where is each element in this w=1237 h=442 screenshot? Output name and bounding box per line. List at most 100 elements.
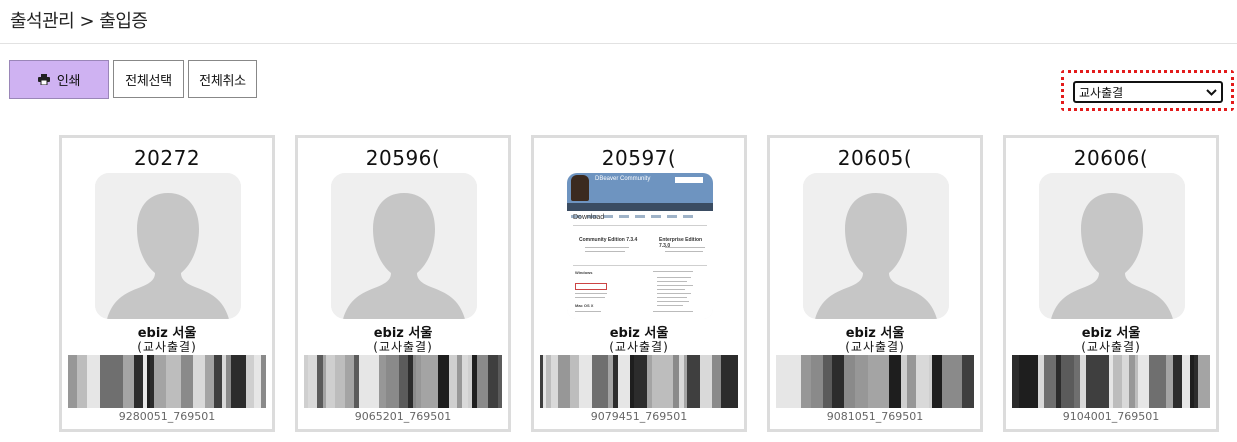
- barcode-number: 9104001_769501: [1062, 410, 1160, 423]
- id-card[interactable]: 20606( ebiz 서울 (교사출결) 9104001_769501: [1003, 135, 1219, 432]
- barcode-bar: [205, 355, 214, 408]
- barcode-bar: [1138, 355, 1149, 408]
- card-photo: [1039, 173, 1185, 319]
- chevron-down-icon: [1206, 89, 1217, 96]
- barcode-bar: [399, 355, 408, 408]
- barcode-image: [304, 355, 502, 408]
- barcode-image: [1012, 355, 1210, 408]
- barcode-bar: [942, 355, 951, 408]
- barcode-bar: [832, 355, 844, 408]
- barcode-bar: [579, 355, 592, 408]
- barcode-bar: [427, 355, 438, 408]
- print-button-label: 인쇄: [56, 74, 81, 89]
- barcode-bar: [1149, 355, 1159, 408]
- barcode-bar: [170, 355, 181, 408]
- printer-icon: [37, 74, 50, 85]
- id-card[interactable]: 20596( ebiz 서울 (교사출결) 9065201_769501: [295, 135, 511, 432]
- attendance-type-select[interactable]: 교사출결: [1073, 81, 1223, 103]
- barcode-bar: [721, 355, 729, 408]
- barcode-bar: [729, 355, 738, 408]
- default-avatar-icon: [331, 173, 477, 319]
- barcode-bar: [652, 355, 663, 408]
- breadcrumb: 출석관리 > 출입증: [10, 11, 148, 32]
- barcode-bar: [449, 355, 457, 408]
- barcode-bar: [193, 355, 205, 408]
- barcode-bar: [1122, 355, 1129, 408]
- barcode-bar: [123, 355, 134, 408]
- id-card[interactable]: 20272 ebiz 서울 (교사출결) 9280051_769501: [59, 135, 275, 432]
- card-photo: [331, 173, 477, 319]
- barcode-bar: [558, 355, 570, 408]
- barcode-bar: [776, 355, 788, 408]
- print-button[interactable]: 인쇄: [9, 60, 109, 99]
- barcode-bar: [951, 355, 962, 408]
- barcode-number: 9280051_769501: [118, 410, 216, 423]
- barcode-bar: [246, 355, 254, 408]
- barcode-bar: [1019, 355, 1030, 408]
- select-all-button[interactable]: 전체선택: [113, 60, 184, 98]
- barcode-bar: [881, 355, 889, 408]
- barcode-bar: [488, 355, 498, 408]
- barcode-bar: [181, 355, 193, 408]
- card-id-number: 20272: [133, 146, 201, 170]
- id-card[interactable]: 20605( ebiz 서울 (교사출결) 9081051_769501: [767, 135, 983, 432]
- barcode-bar: [811, 355, 823, 408]
- barcode-bar: [634, 355, 647, 408]
- card-attendance-type: (교사출결): [1081, 340, 1141, 354]
- barcode-bar: [386, 355, 399, 408]
- deselect-all-button[interactable]: 전체취소: [188, 60, 257, 98]
- default-avatar-icon: [803, 173, 949, 319]
- card-photo: [95, 173, 241, 319]
- website-screenshot-photo: DBeaver Community Download Community Edi…: [567, 173, 713, 319]
- barcode-image: [540, 355, 738, 408]
- barcode-bar: [1182, 355, 1190, 408]
- card-attendance-type: (교사출결): [609, 340, 669, 354]
- barcode-bar: [345, 355, 354, 408]
- barcode-bar: [907, 355, 916, 408]
- barcode-bar: [231, 355, 238, 408]
- barcode-bar: [932, 355, 942, 408]
- barcode-bar: [687, 355, 700, 408]
- card-id-number: 20605(: [837, 146, 913, 170]
- barcode-bar: [438, 355, 449, 408]
- card-attendance-type: (교사출결): [373, 340, 433, 354]
- barcode-bar: [855, 355, 868, 408]
- barcode-bar: [916, 355, 929, 408]
- card-photo: DBeaver Community Download Community Edi…: [567, 173, 713, 319]
- screenshot-os-windows: Windows: [575, 270, 593, 275]
- barcode-bar: [254, 355, 261, 408]
- default-avatar-icon: [1039, 173, 1185, 319]
- attendance-type-value: 교사출결: [1079, 85, 1124, 100]
- barcode-bar: [371, 355, 379, 408]
- barcode-bar: [1061, 355, 1074, 408]
- barcode-image: [68, 355, 266, 408]
- card-photo: [803, 173, 949, 319]
- barcode-bar: [100, 355, 111, 408]
- barcode-bar: [1159, 355, 1166, 408]
- header-divider: [0, 43, 1237, 44]
- barcode-bar: [1166, 355, 1173, 408]
- barcode-bar: [844, 355, 855, 408]
- barcode-bar: [618, 355, 630, 408]
- barcode-bar: [68, 355, 77, 408]
- barcode-image: [776, 355, 974, 408]
- default-avatar-icon: [95, 173, 241, 319]
- barcode-bar: [261, 355, 266, 408]
- id-card[interactable]: 20597( DBeaver Community Download Commun…: [531, 135, 747, 432]
- barcode-number: 9065201_769501: [354, 410, 452, 423]
- barcode-bar: [359, 355, 371, 408]
- barcode-bar: [1096, 355, 1109, 408]
- screenshot-heading: Download: [573, 214, 605, 221]
- card-attendance-type: (교사출결): [845, 340, 905, 354]
- barcode-bar: [326, 355, 335, 408]
- barcode-bar: [700, 355, 712, 408]
- barcode-bar: [1030, 355, 1038, 408]
- barcode-bar: [134, 355, 143, 408]
- card-attendance-type: (교사출결): [137, 340, 197, 354]
- barcode-bar: [1012, 355, 1019, 408]
- barcode-bar: [77, 355, 87, 408]
- barcode-bar: [599, 355, 608, 408]
- barcode-bar: [498, 355, 502, 408]
- barcode-bar: [823, 355, 832, 408]
- screenshot-edition-left: Community Edition 7.3.4: [579, 237, 638, 243]
